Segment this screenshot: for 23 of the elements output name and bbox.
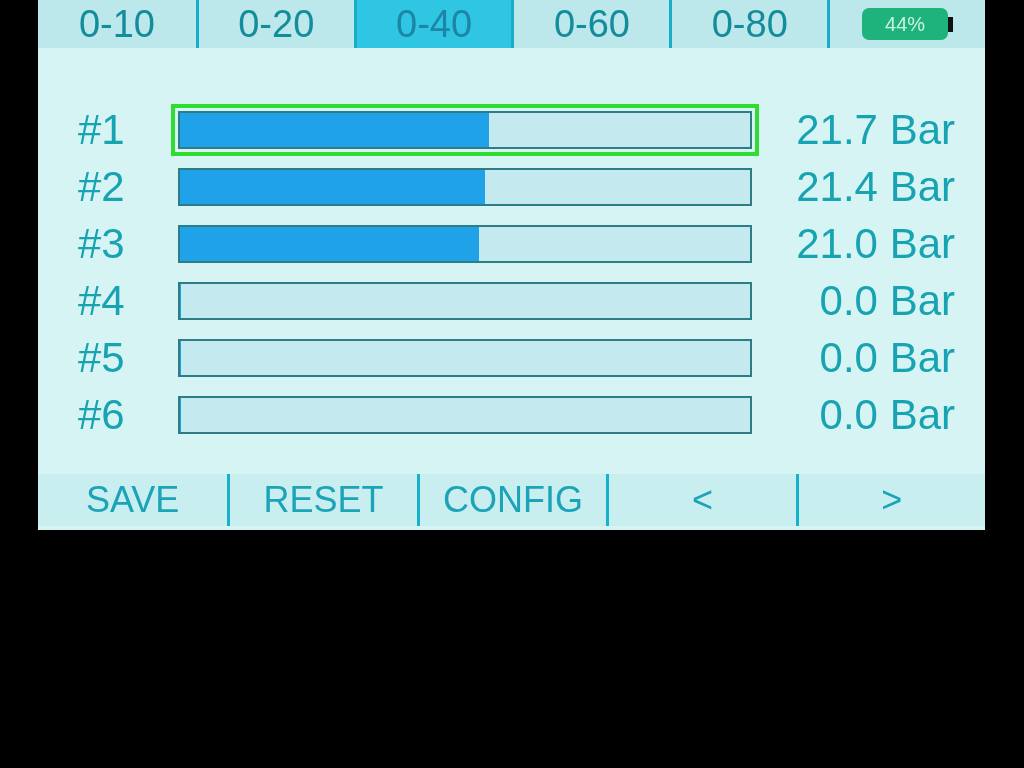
pressure-reading: 0.0 Bar: [818, 276, 955, 325]
softkey-button[interactable]: SAVE: [38, 474, 228, 526]
range-tab[interactable]: 0-40: [353, 0, 512, 48]
channel-label: #2: [78, 162, 126, 211]
softkey-button[interactable]: RESET: [227, 474, 417, 526]
channel-label: #5: [78, 333, 126, 382]
pressure-reading: 0.0 Bar: [818, 390, 955, 439]
channel-label: #3: [78, 219, 126, 268]
range-tab[interactable]: 0-60: [511, 0, 670, 48]
range-tab[interactable]: 0-80: [669, 0, 828, 48]
channel-label: #4: [78, 276, 126, 325]
channel-label: #6: [78, 390, 126, 439]
softkey-button[interactable]: >: [795, 474, 985, 526]
pressure-reading: 21.7 Bar: [795, 105, 955, 154]
battery-terminal-icon: [948, 16, 954, 32]
pressure-reading: 21.0 Bar: [795, 219, 955, 268]
battery-indicator: 44%: [862, 8, 949, 40]
range-tab[interactable]: 0-10: [38, 0, 196, 48]
pressure-reading: 0.0 Bar: [818, 333, 955, 382]
pressure-reading: 21.4 Bar: [795, 162, 955, 211]
softkey-button[interactable]: CONFIG: [416, 474, 607, 526]
channel-label: #1: [78, 105, 126, 154]
softkey-button[interactable]: <: [606, 474, 796, 526]
